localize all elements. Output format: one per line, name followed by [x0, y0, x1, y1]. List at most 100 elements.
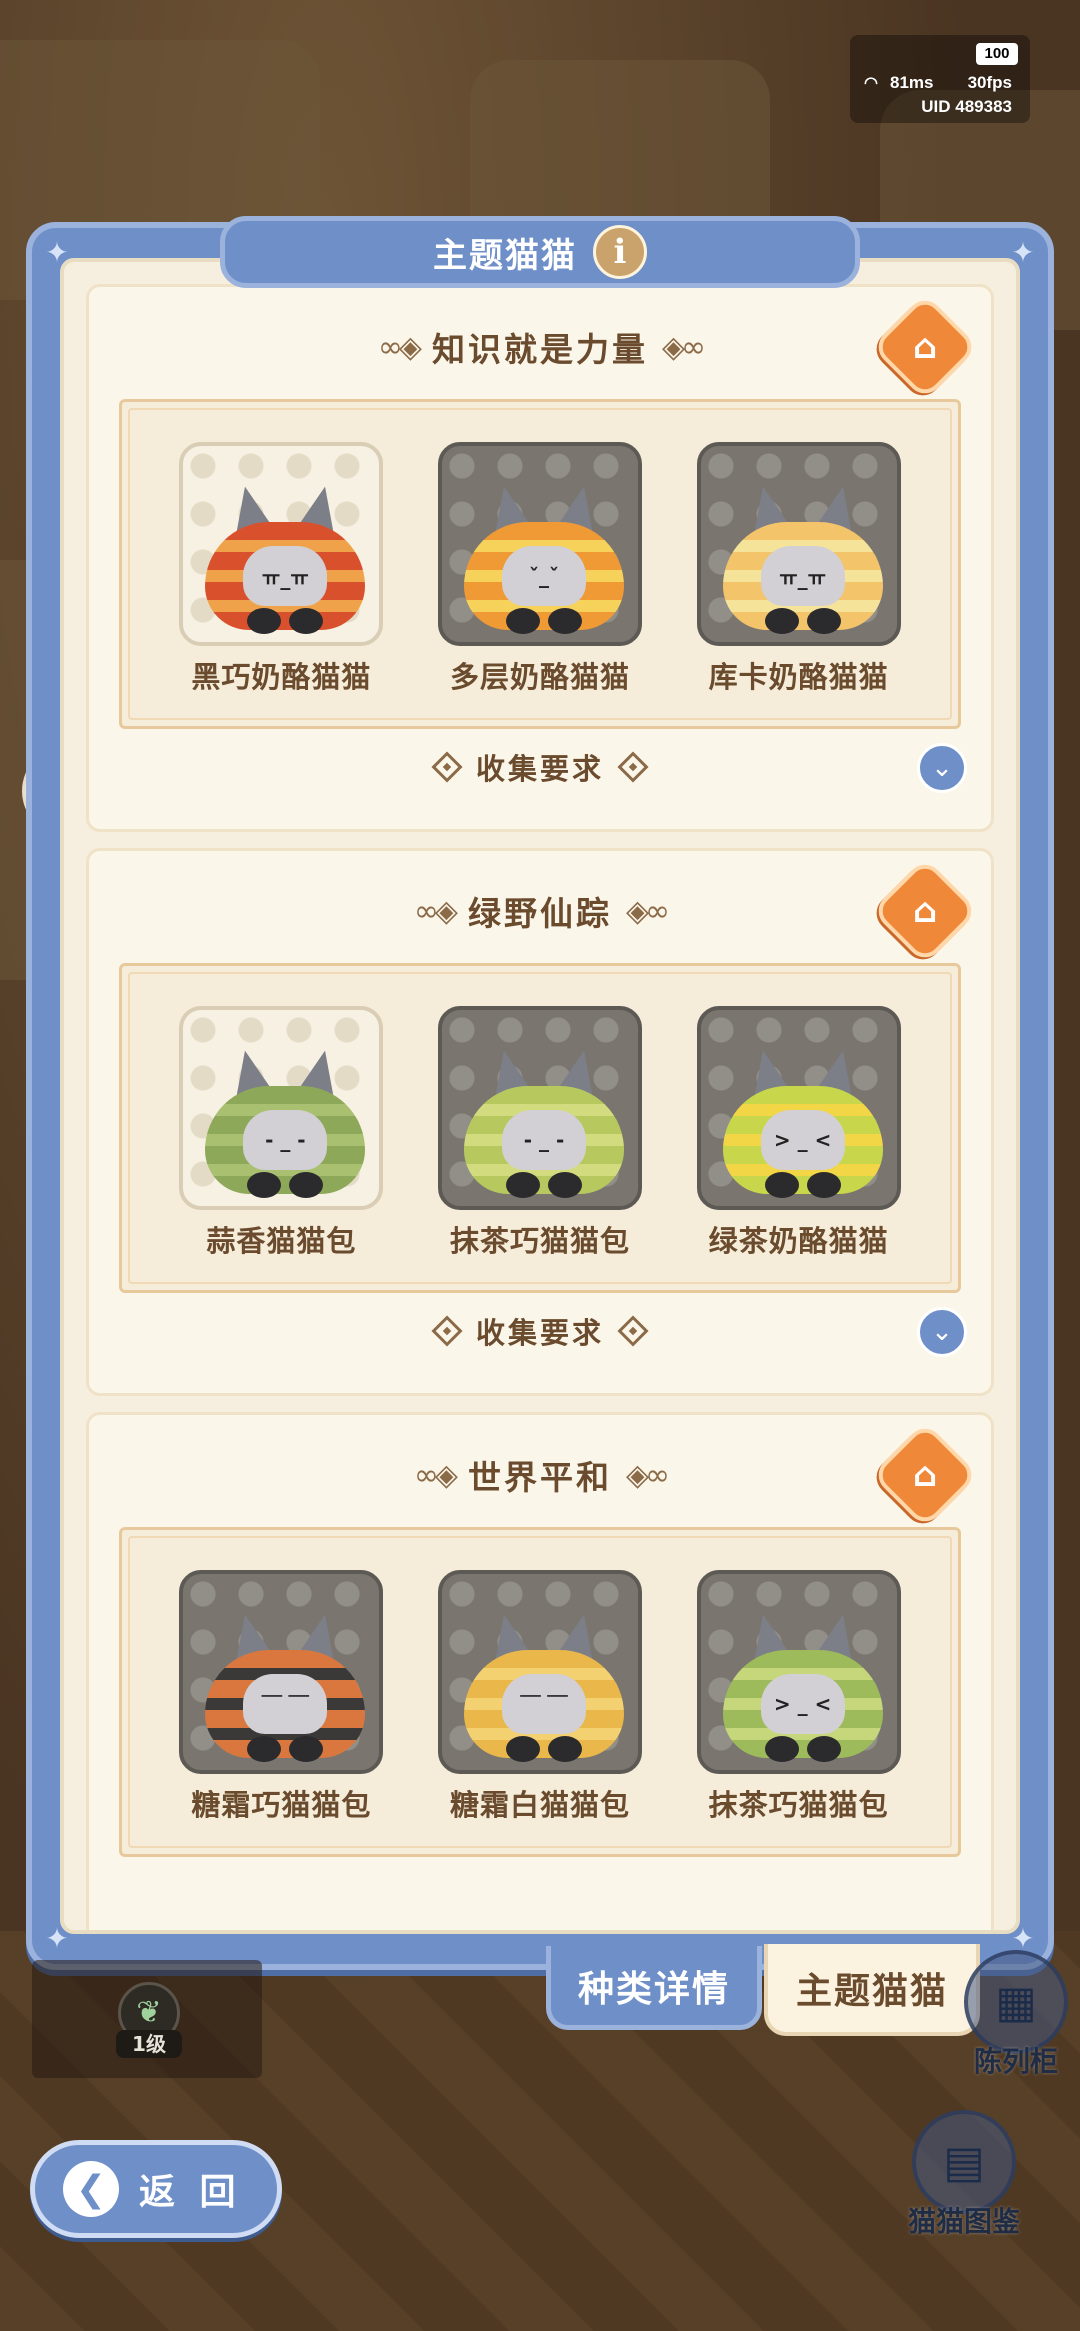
catalog-book-icon: ▤ — [912, 2110, 1016, 2214]
cat-card[interactable]: ￣ ￣ 糖霜白猫猫包 — [437, 1570, 642, 1824]
cat-card[interactable]: > _ < 抹茶巧猫猫包 — [696, 1570, 901, 1824]
card-frame: ㅠ_ㅠ 黑巧奶酪猫猫 ˇ_ˇ 多层奶酪猫猫 ㅠ_ㅠ 库卡奶酪猫猫 — [119, 399, 961, 729]
cat-tile: - _ - — [437, 1006, 642, 1210]
cat-card-label: 抹茶巧猫猫包 — [449, 1224, 630, 1258]
cat-face: ㅠ_ㅠ — [760, 546, 845, 606]
cat-card-label: 蒜香猫猫包 — [206, 1224, 357, 1258]
diamond-icon — [431, 751, 463, 783]
card-frame: ￣ ￣ 糖霜巧猫猫包 ￣ ￣ 糖霜白猫猫包 > _ < 抹茶巧猫猫包 — [119, 1527, 961, 1857]
tab-kind-details[interactable]: 种类详情 — [546, 1946, 762, 2030]
cat-card-label: 抹茶巧猫猫包 — [708, 1788, 889, 1822]
panel-content: ∞◈ 知识就是力量 ◈∞ ⌂ ㅠ_ㅠ 黑巧奶酪猫猫 ˇ_ˇ 多层奶酪猫猫 ㅠ_ㅠ… — [60, 258, 1020, 1934]
battery-indicator: 100 — [976, 43, 1018, 65]
display-cabinet-button[interactable]: ▦ 陈列柜 — [956, 1950, 1076, 2080]
diamond-icon — [617, 1315, 649, 1347]
ornament-left-icon: ∞◈ — [413, 893, 458, 929]
fps-text: 30fps — [967, 73, 1012, 92]
theme-cats-panel: ✦ ✦ ✦ ✦ ∞◈ 知识就是力量 ◈∞ ⌂ ㅠ_ㅠ 黑巧奶酪猫猫 ˇ_ˇ 多层… — [26, 216, 1054, 1970]
expand-chevron-icon[interactable]: ⌄ — [917, 743, 967, 793]
ornament-left-icon: ∞◈ — [377, 329, 422, 365]
theme-section: ∞◈ 知识就是力量 ◈∞ ⌂ ㅠ_ㅠ 黑巧奶酪猫猫 ˇ_ˇ 多层奶酪猫猫 ㅠ_ㅠ… — [86, 284, 994, 832]
cat-figure: - _ - — [201, 1045, 369, 1200]
cat-face: ˇ_ˇ — [501, 546, 586, 606]
cat-tile: ㅠ_ㅠ — [179, 442, 384, 646]
cat-card[interactable]: - _ - 抹茶巧猫猫包 — [437, 1006, 642, 1260]
cat-tile: ￣ ￣ — [179, 1570, 384, 1774]
cat-tile: > _ < — [696, 1570, 901, 1774]
cat-card[interactable]: ㅠ_ㅠ 库卡奶酪猫猫 — [696, 442, 901, 696]
cat-figure: - _ - — [460, 1045, 628, 1200]
collect-requirement-label: 收集要求 — [475, 1316, 604, 1350]
ping-text: 81ms — [890, 73, 934, 92]
section-header: ∞◈ 绿野仙踪 ◈∞ — [89, 881, 991, 941]
expand-chevron-icon[interactable]: ⌄ — [917, 1307, 967, 1357]
cat-figure: > _ < — [719, 1609, 887, 1764]
ornament-right-icon: ◈∞ — [662, 329, 706, 365]
cat-catalog-button[interactable]: ▤ 猫猫图鉴 — [904, 2110, 1024, 2240]
diamond-icon — [617, 751, 649, 783]
cat-face: ￣ ￣ — [243, 1674, 328, 1734]
cat-face: - _ - — [501, 1110, 586, 1170]
wifi-icon: ◠ — [864, 75, 878, 92]
section-header: ∞◈ 知识就是力量 ◈∞ — [89, 317, 991, 377]
theme-section: ∞◈ 世界平和 ◈∞ ⌂ ￣ ￣ 糖霜巧猫猫包 ￣ ￣ 糖霜白猫猫包 > _ <… — [86, 1412, 994, 1930]
diamond-icon — [431, 1315, 463, 1347]
cat-figure: ￣ ￣ — [460, 1609, 628, 1764]
cat-figure: ㅠ_ㅠ — [201, 481, 369, 636]
network-status-overlay: 100 ◠ 81ms 30fps UID 489383 — [850, 35, 1030, 123]
cat-card[interactable]: ㅠ_ㅠ 黑巧奶酪猫猫 — [179, 442, 384, 696]
cat-figure: ㅠ_ㅠ — [719, 481, 887, 636]
cat-figure: > _ < — [719, 1045, 887, 1200]
tab-theme-cats[interactable]: 主题猫猫 — [764, 1944, 980, 2036]
cat-face: > _ < — [760, 1674, 845, 1734]
cat-catalog-label: 猫猫图鉴 — [907, 2205, 1020, 2238]
info-icon[interactable]: i — [593, 225, 647, 279]
cat-card[interactable]: > _ < 绿茶奶酪猫猫 — [696, 1006, 901, 1260]
level-label: 1级 — [116, 2030, 182, 2058]
collect-requirement-row[interactable]: 收集要求 — [89, 1307, 991, 1355]
card-frame: - _ - 蒜香猫猫包 - _ - 抹茶巧猫猫包 > _ < 绿茶奶酪猫猫 — [119, 963, 961, 1293]
cat-face: ㅠ_ㅠ — [243, 546, 328, 606]
back-button[interactable]: ❮ 返 回 — [30, 2140, 282, 2238]
cabinet-icon: ▦ — [964, 1950, 1068, 2054]
cat-face: > _ < — [760, 1110, 845, 1170]
ornament-right-icon: ◈∞ — [626, 893, 670, 929]
theme-section: ∞◈ 绿野仙踪 ◈∞ ⌂ - _ - 蒜香猫猫包 - _ - 抹茶巧猫猫包 > … — [86, 848, 994, 1396]
collect-requirement-row[interactable]: 收集要求 — [89, 743, 991, 791]
cat-card[interactable]: - _ - 蒜香猫猫包 — [179, 1006, 384, 1260]
cat-card[interactable]: ￣ ￣ 糖霜巧猫猫包 — [179, 1570, 384, 1824]
back-label: 返 回 — [139, 2172, 242, 2213]
reward-gift-icon[interactable]: ⌂ — [871, 1421, 979, 1529]
cat-tile: > _ < — [696, 1006, 901, 1210]
level-box[interactable]: ❦ 1级 — [32, 1960, 262, 2078]
cat-figure: ˇ_ˇ — [460, 481, 628, 636]
cat-card-label: 库卡奶酪猫猫 — [708, 660, 889, 694]
cat-face: - _ - — [243, 1110, 328, 1170]
collect-requirement-label: 收集要求 — [475, 752, 604, 786]
cat-tile: ￣ ￣ — [437, 1570, 642, 1774]
ornament-left-icon: ∞◈ — [413, 1457, 458, 1493]
panel-title: 主题猫猫 — [433, 235, 577, 276]
cat-card[interactable]: ˇ_ˇ 多层奶酪猫猫 — [437, 442, 642, 696]
cat-card-label: 糖霜白猫猫包 — [449, 1788, 630, 1822]
cat-figure: ￣ ￣ — [201, 1609, 369, 1764]
sections-scroll-area[interactable]: ∞◈ 知识就是力量 ◈∞ ⌂ ㅠ_ㅠ 黑巧奶酪猫猫 ˇ_ˇ 多层奶酪猫猫 ㅠ_ㅠ… — [64, 262, 1016, 1930]
cat-tile: - _ - — [179, 1006, 384, 1210]
section-title: 世界平和 — [468, 1458, 612, 1497]
cat-tile: ˇ_ˇ — [437, 442, 642, 646]
cat-card-label: 绿茶奶酪猫猫 — [708, 1224, 889, 1258]
display-cabinet-label: 陈列柜 — [973, 2045, 1058, 2078]
uid-text: UID 489383 — [921, 97, 1012, 116]
cat-card-label: 多层奶酪猫猫 — [449, 660, 630, 694]
section-title: 知识就是力量 — [432, 330, 648, 369]
back-arrow-icon: ❮ — [63, 2161, 119, 2217]
reward-gift-icon[interactable]: ⌂ — [871, 293, 979, 401]
cat-face: ￣ ￣ — [501, 1674, 586, 1734]
cat-card-label: 黑巧奶酪猫猫 — [191, 660, 372, 694]
section-header: ∞◈ 世界平和 ◈∞ — [89, 1445, 991, 1505]
cat-tile: ㅠ_ㅠ — [696, 442, 901, 646]
ornament-right-icon: ◈∞ — [626, 1457, 670, 1493]
cat-card-label: 糖霜巧猫猫包 — [191, 1788, 372, 1822]
panel-title-tab: 主题猫猫 i — [220, 216, 860, 288]
reward-gift-icon[interactable]: ⌂ — [871, 857, 979, 965]
